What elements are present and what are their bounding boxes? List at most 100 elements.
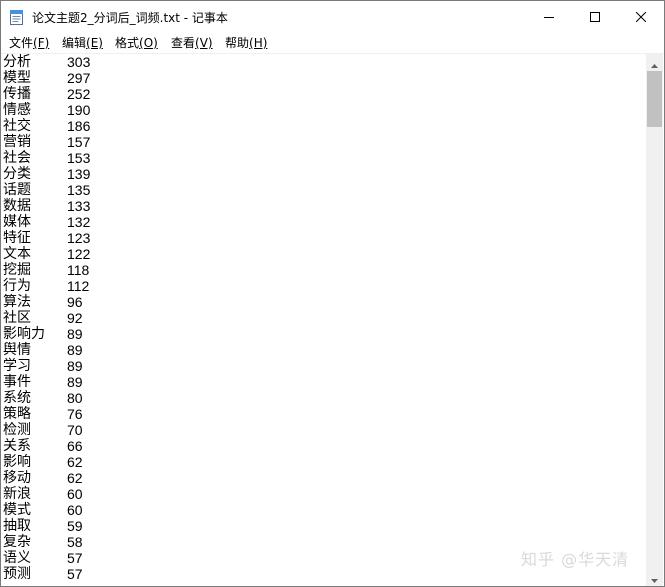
count-text: 59 bbox=[67, 518, 83, 534]
notepad-app-icon bbox=[10, 9, 23, 25]
menu-format-label: 格式 bbox=[115, 36, 140, 50]
word-text: 关系 bbox=[3, 438, 31, 454]
notepad-window: 论文主题2_分词后_词频.txt - 记事本 文件(F) 编辑(E) 格式(O) bbox=[0, 0, 665, 587]
word-text: 预测 bbox=[3, 566, 31, 582]
count-text: 66 bbox=[67, 438, 83, 454]
window-title: 论文主题2_分词后_词频.txt - 记事本 bbox=[32, 11, 228, 25]
word-text: 社会 bbox=[3, 150, 31, 166]
vertical-scrollbar[interactable] bbox=[646, 54, 663, 586]
close-icon bbox=[635, 7, 647, 26]
count-text: 190 bbox=[67, 102, 91, 118]
count-text: 112 bbox=[67, 278, 90, 294]
count-text: 57 bbox=[67, 550, 83, 566]
word-text: 数据 bbox=[3, 198, 31, 214]
count-text: 89 bbox=[67, 358, 83, 374]
close-button[interactable] bbox=[618, 1, 664, 32]
menu-help[interactable]: 帮助(H) bbox=[225, 35, 267, 51]
menu-edit-shortcut: (E) bbox=[86, 36, 103, 50]
text-editor-area[interactable]: 分析 303 模型 297 传播 252 情感 190 社交 186 营销 157 社会 15… bbox=[1, 54, 646, 586]
scroll-down-button[interactable] bbox=[646, 569, 663, 586]
minimize-icon bbox=[544, 7, 554, 26]
count-text: 252 bbox=[67, 86, 91, 102]
word-text: 模型 bbox=[3, 70, 31, 86]
scroll-thumb[interactable] bbox=[647, 71, 662, 127]
count-text: 92 bbox=[67, 310, 83, 326]
scroll-up-arrow-icon bbox=[651, 53, 658, 72]
word-text: 挖掘 bbox=[3, 262, 31, 278]
count-text: 80 bbox=[67, 390, 83, 406]
word-text: 社交 bbox=[3, 118, 31, 134]
scroll-down-arrow-icon bbox=[651, 568, 658, 586]
count-text: 157 bbox=[67, 134, 91, 150]
word-text: 抽取 bbox=[3, 518, 31, 534]
count-text: 139 bbox=[67, 166, 91, 182]
word-text: 话题 bbox=[3, 182, 31, 198]
menu-view[interactable]: 查看(V) bbox=[171, 35, 213, 51]
word-text: 复杂 bbox=[3, 534, 31, 550]
count-text: 118 bbox=[67, 262, 90, 278]
count-text: 70 bbox=[67, 422, 83, 438]
count-text: 62 bbox=[67, 470, 83, 486]
count-text: 297 bbox=[67, 70, 91, 86]
title-bar[interactable]: 论文主题2_分词后_词频.txt - 记事本 bbox=[1, 1, 664, 32]
word-text: 文本 bbox=[3, 246, 31, 262]
word-text: 系统 bbox=[3, 390, 31, 406]
word-text: 模式 bbox=[3, 502, 31, 518]
menu-format[interactable]: 格式(O) bbox=[115, 35, 158, 51]
count-text: 62 bbox=[67, 454, 83, 470]
menu-help-shortcut: (H) bbox=[249, 36, 268, 50]
count-text: 123 bbox=[67, 230, 91, 246]
watermark-text: 知乎 @华天清 bbox=[521, 550, 630, 569]
word-text: 学习 bbox=[3, 358, 31, 374]
maximize-button[interactable] bbox=[572, 1, 618, 32]
word-text: 检测 bbox=[3, 422, 31, 438]
count-text: 89 bbox=[67, 326, 83, 342]
scroll-up-button[interactable] bbox=[646, 54, 663, 71]
word-text: 移动 bbox=[3, 470, 31, 486]
count-text: 153 bbox=[67, 150, 91, 166]
word-text: 影响 bbox=[3, 454, 31, 470]
word-text: 媒体 bbox=[3, 214, 31, 230]
count-text: 57 bbox=[67, 566, 83, 582]
count-text: 186 bbox=[67, 118, 91, 134]
menu-file-label: 文件 bbox=[9, 36, 34, 50]
word-text: 社区 bbox=[3, 310, 31, 326]
count-text: 96 bbox=[67, 294, 83, 310]
word-text: 特征 bbox=[3, 230, 31, 246]
count-text: 76 bbox=[67, 406, 83, 422]
word-text: 策略 bbox=[3, 406, 31, 422]
menu-view-shortcut: (V) bbox=[195, 36, 213, 50]
count-text: 60 bbox=[67, 486, 83, 502]
minimize-button[interactable] bbox=[526, 1, 572, 32]
count-text: 58 bbox=[67, 534, 83, 550]
count-text: 132 bbox=[67, 214, 91, 230]
maximize-icon bbox=[590, 7, 600, 26]
menu-edit[interactable]: 编辑(E) bbox=[62, 35, 103, 51]
word-text: 行为 bbox=[3, 278, 31, 294]
menu-bar: 文件(F) 编辑(E) 格式(O) 查看(V) 帮助(H) bbox=[1, 32, 664, 54]
count-text: 122 bbox=[67, 246, 91, 262]
menu-view-label: 查看 bbox=[171, 36, 196, 50]
menu-file-shortcut: (F) bbox=[33, 36, 50, 50]
menu-file[interactable]: 文件(F) bbox=[9, 35, 49, 51]
menu-edit-label: 编辑 bbox=[62, 36, 87, 50]
count-text: 89 bbox=[67, 342, 83, 358]
menu-help-label: 帮助 bbox=[225, 36, 250, 50]
word-text: 分析 bbox=[3, 54, 31, 70]
word-text: 传播 bbox=[3, 86, 31, 102]
word-text: 情感 bbox=[3, 102, 31, 118]
word-text: 语义 bbox=[3, 550, 31, 566]
count-text: 89 bbox=[67, 374, 83, 390]
word-text: 算法 bbox=[3, 294, 31, 310]
count-text: 135 bbox=[67, 182, 91, 198]
word-text: 影响力 bbox=[3, 326, 45, 342]
word-text: 新浪 bbox=[3, 486, 31, 502]
menu-format-shortcut: (O) bbox=[139, 36, 158, 50]
count-text: 303 bbox=[67, 54, 91, 70]
word-text: 营销 bbox=[3, 134, 31, 150]
word-text: 事件 bbox=[3, 374, 31, 390]
word-text: 分类 bbox=[3, 166, 31, 182]
count-text: 60 bbox=[67, 502, 83, 518]
word-text: 舆情 bbox=[3, 342, 31, 358]
count-text: 133 bbox=[67, 198, 91, 214]
